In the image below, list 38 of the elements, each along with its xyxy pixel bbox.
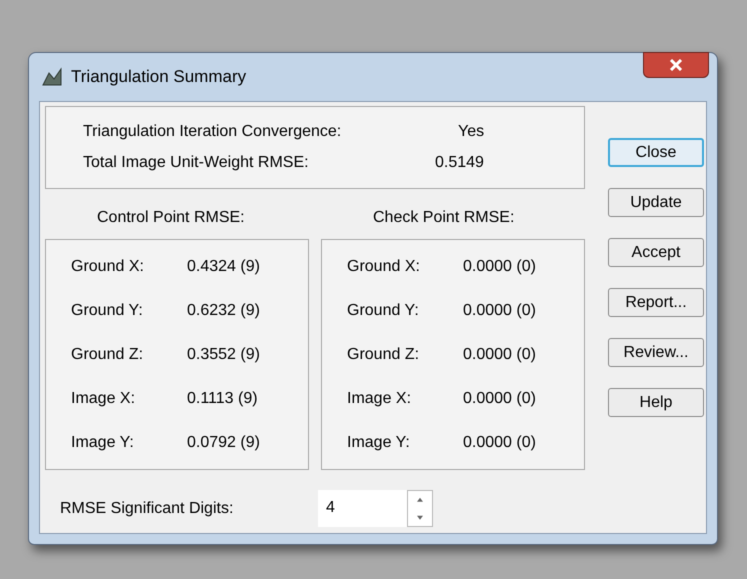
field-value: 0.0000 (0) [463, 300, 536, 320]
window-title: Triangulation Summary [71, 66, 246, 88]
digits-spinner[interactable]: 4 [318, 490, 433, 527]
field-label: Image Y: [71, 432, 135, 452]
group-heading: Check Point RMSE: [372, 208, 516, 228]
field-value: 0.6232 (9) [187, 300, 260, 320]
app-icon [41, 67, 63, 87]
field-value: 0.0000 (0) [463, 432, 536, 452]
digits-label: RMSE Significant Digits: [60, 498, 234, 518]
field-label: Image Y: [347, 432, 411, 452]
field-value: 0.0792 (9) [187, 432, 260, 452]
field-label: Ground Z: [71, 344, 144, 364]
field-value: 0.3552 (9) [187, 344, 260, 364]
field-value: 0.0000 (0) [463, 256, 536, 276]
dialog-button[interactable]: Report... [608, 288, 704, 317]
group-heading: Control Point RMSE: [96, 208, 246, 228]
dialog-button[interactable]: Close [608, 138, 704, 167]
field-label: Image X: [347, 388, 412, 408]
dialog-button[interactable]: Help [608, 388, 704, 417]
field-value: 0.0000 (0) [463, 388, 536, 408]
summary-value: Yes [457, 122, 484, 142]
field-label: Ground Z: [347, 344, 420, 364]
dialog-button[interactable]: Update [608, 188, 704, 217]
dialog-button[interactable]: Review... [608, 338, 704, 367]
field-value: 0.0000 (0) [463, 344, 536, 364]
field-label: Ground X: [347, 256, 421, 276]
field-label: Ground X: [71, 256, 145, 276]
summary-label: Total Image Unit-Weight RMSE: [83, 153, 310, 173]
field-label: Ground Y: [71, 300, 144, 320]
summary-label: Triangulation Iteration Convergence: [83, 122, 342, 142]
dialog-button[interactable]: Accept [608, 238, 704, 267]
summary-value: 0.5149 [434, 153, 484, 173]
close-button[interactable] [643, 52, 709, 78]
close-icon [669, 59, 683, 71]
field-label: Ground Y: [347, 300, 420, 320]
field-label: Image X: [71, 388, 136, 408]
field-value: 0.1113 (9) [187, 388, 258, 408]
field-value: 0.4324 (9) [187, 256, 260, 276]
